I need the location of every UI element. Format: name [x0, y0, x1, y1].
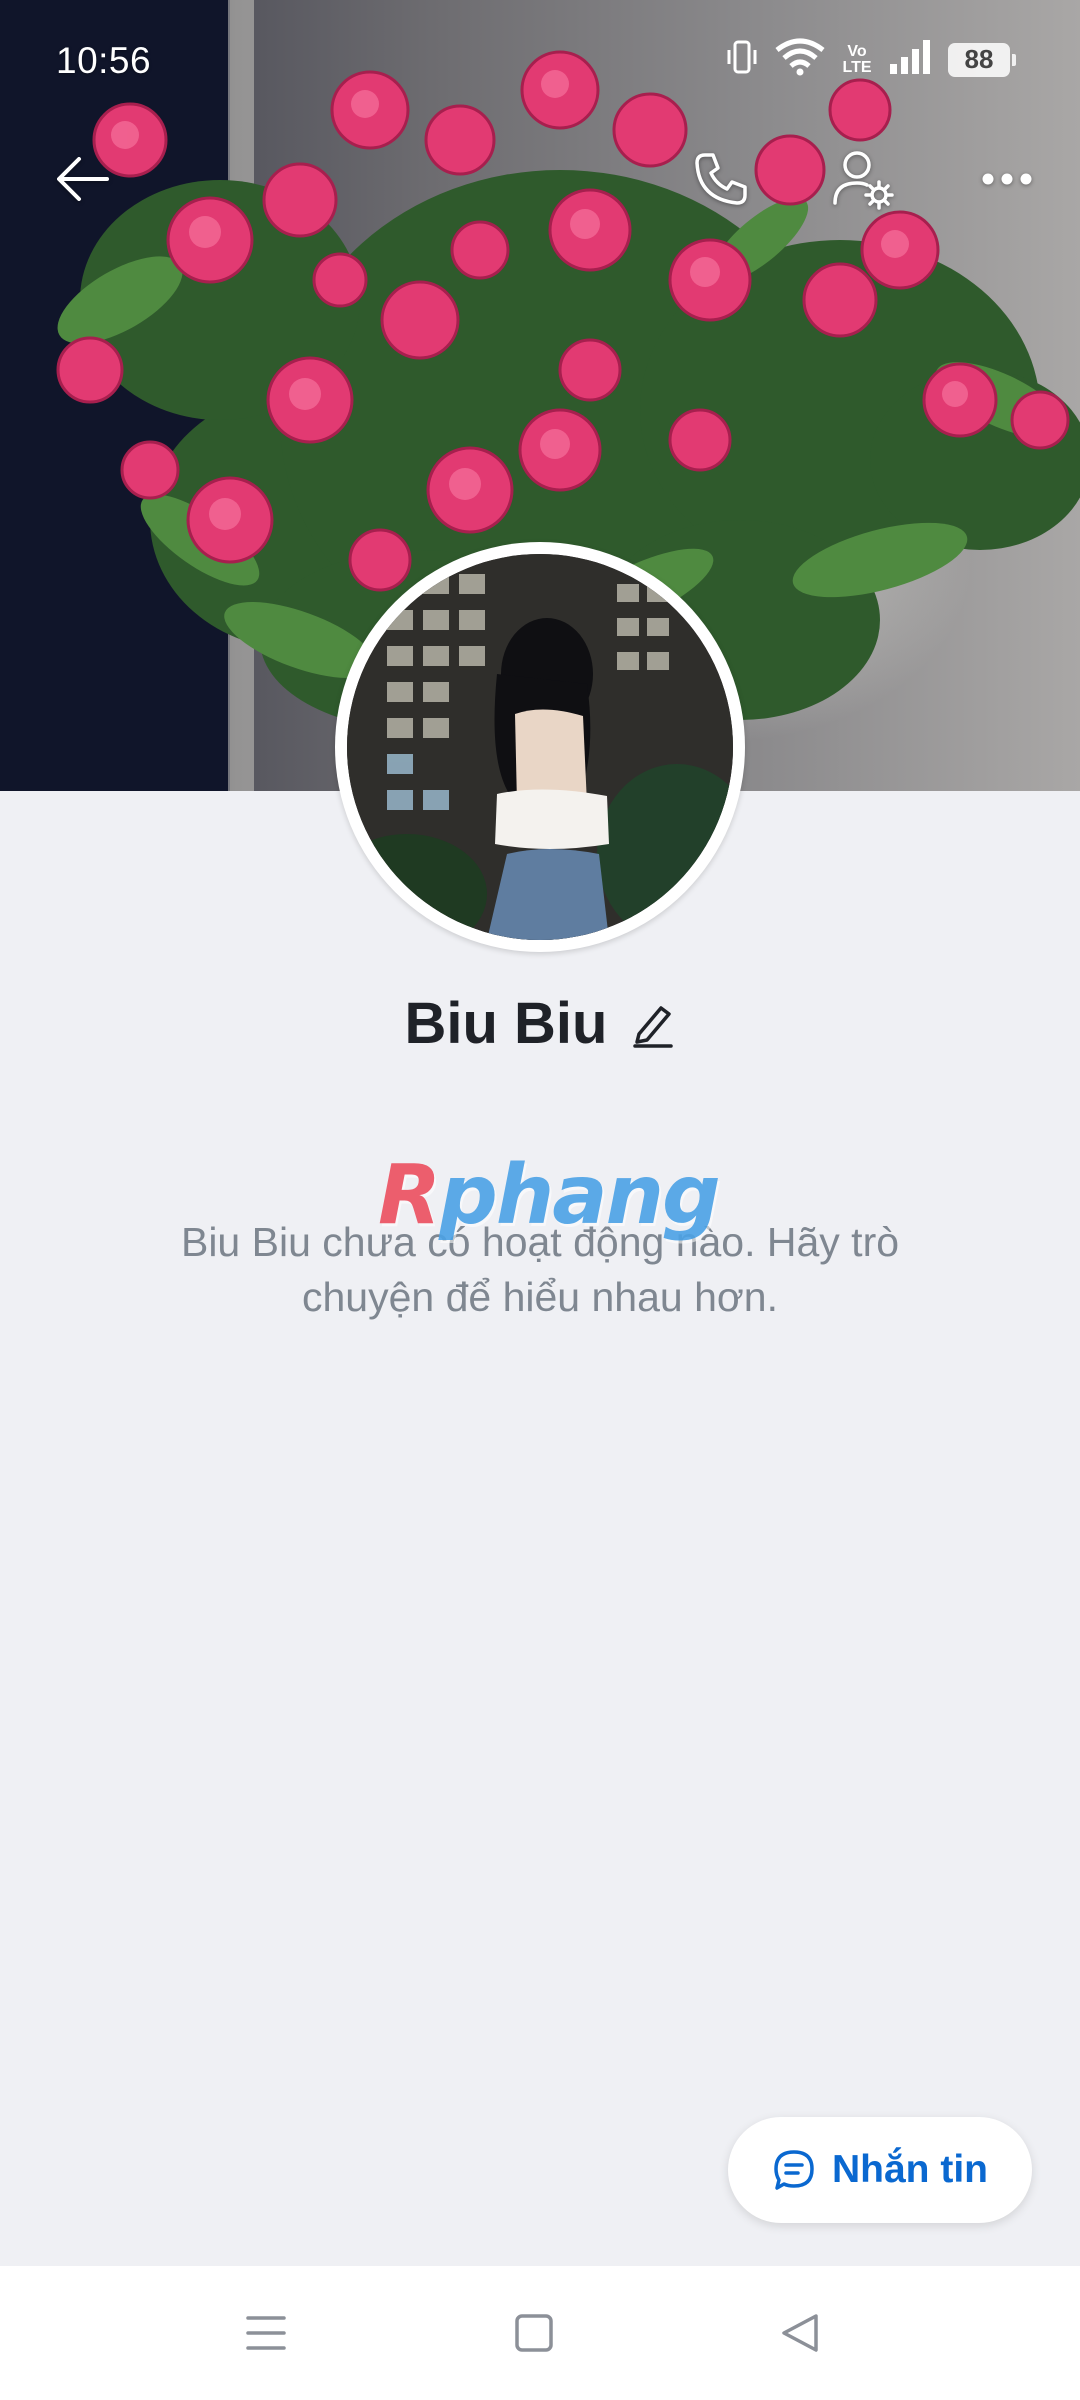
back-button[interactable] [38, 134, 128, 224]
phone-call-icon [695, 153, 747, 205]
chat-bubble-icon [774, 2150, 814, 2190]
status-bar: 10:56 Vo LTE 88 [0, 0, 1080, 120]
battery-icon: 88 [948, 42, 1016, 77]
signal-icon [888, 38, 934, 81]
call-button[interactable] [676, 134, 766, 224]
watermark-logo: Rphang [378, 1148, 721, 1243]
battery-level: 88 [964, 44, 994, 74]
vibrate-icon [724, 38, 760, 81]
avatar-image [347, 554, 733, 940]
status-time: 10:56 [56, 40, 152, 81]
back-triangle-icon [782, 2314, 818, 2352]
wifi-icon [774, 38, 826, 81]
send-message-label: Nhắn tin [832, 2148, 988, 2191]
volte-icon: Vo LTE [842, 42, 872, 76]
pencil-icon [633, 1005, 674, 1048]
navigation-bar [0, 2266, 1080, 2400]
user-settings-icon [833, 151, 894, 210]
recents-button[interactable] [224, 2291, 308, 2375]
avatar-photo [347, 554, 733, 940]
back-arrow-icon [57, 157, 109, 201]
recents-menu-icon [246, 2316, 286, 2350]
avatar[interactable] [335, 542, 745, 952]
more-options-button[interactable] [962, 134, 1052, 224]
more-options-icon [982, 173, 1032, 185]
status-icons: Vo LTE 88 [724, 38, 1016, 81]
profile-settings-button[interactable] [818, 134, 908, 224]
profile-name-row: Biu Biu [0, 990, 1080, 1057]
profile-name: Biu Biu [404, 991, 608, 1056]
home-square-icon [515, 2314, 553, 2352]
edit-name-button[interactable] [631, 1000, 675, 1048]
back-nav-button[interactable] [758, 2291, 842, 2375]
home-button[interactable] [492, 2291, 576, 2375]
send-message-button[interactable]: Nhắn tin [728, 2117, 1032, 2223]
